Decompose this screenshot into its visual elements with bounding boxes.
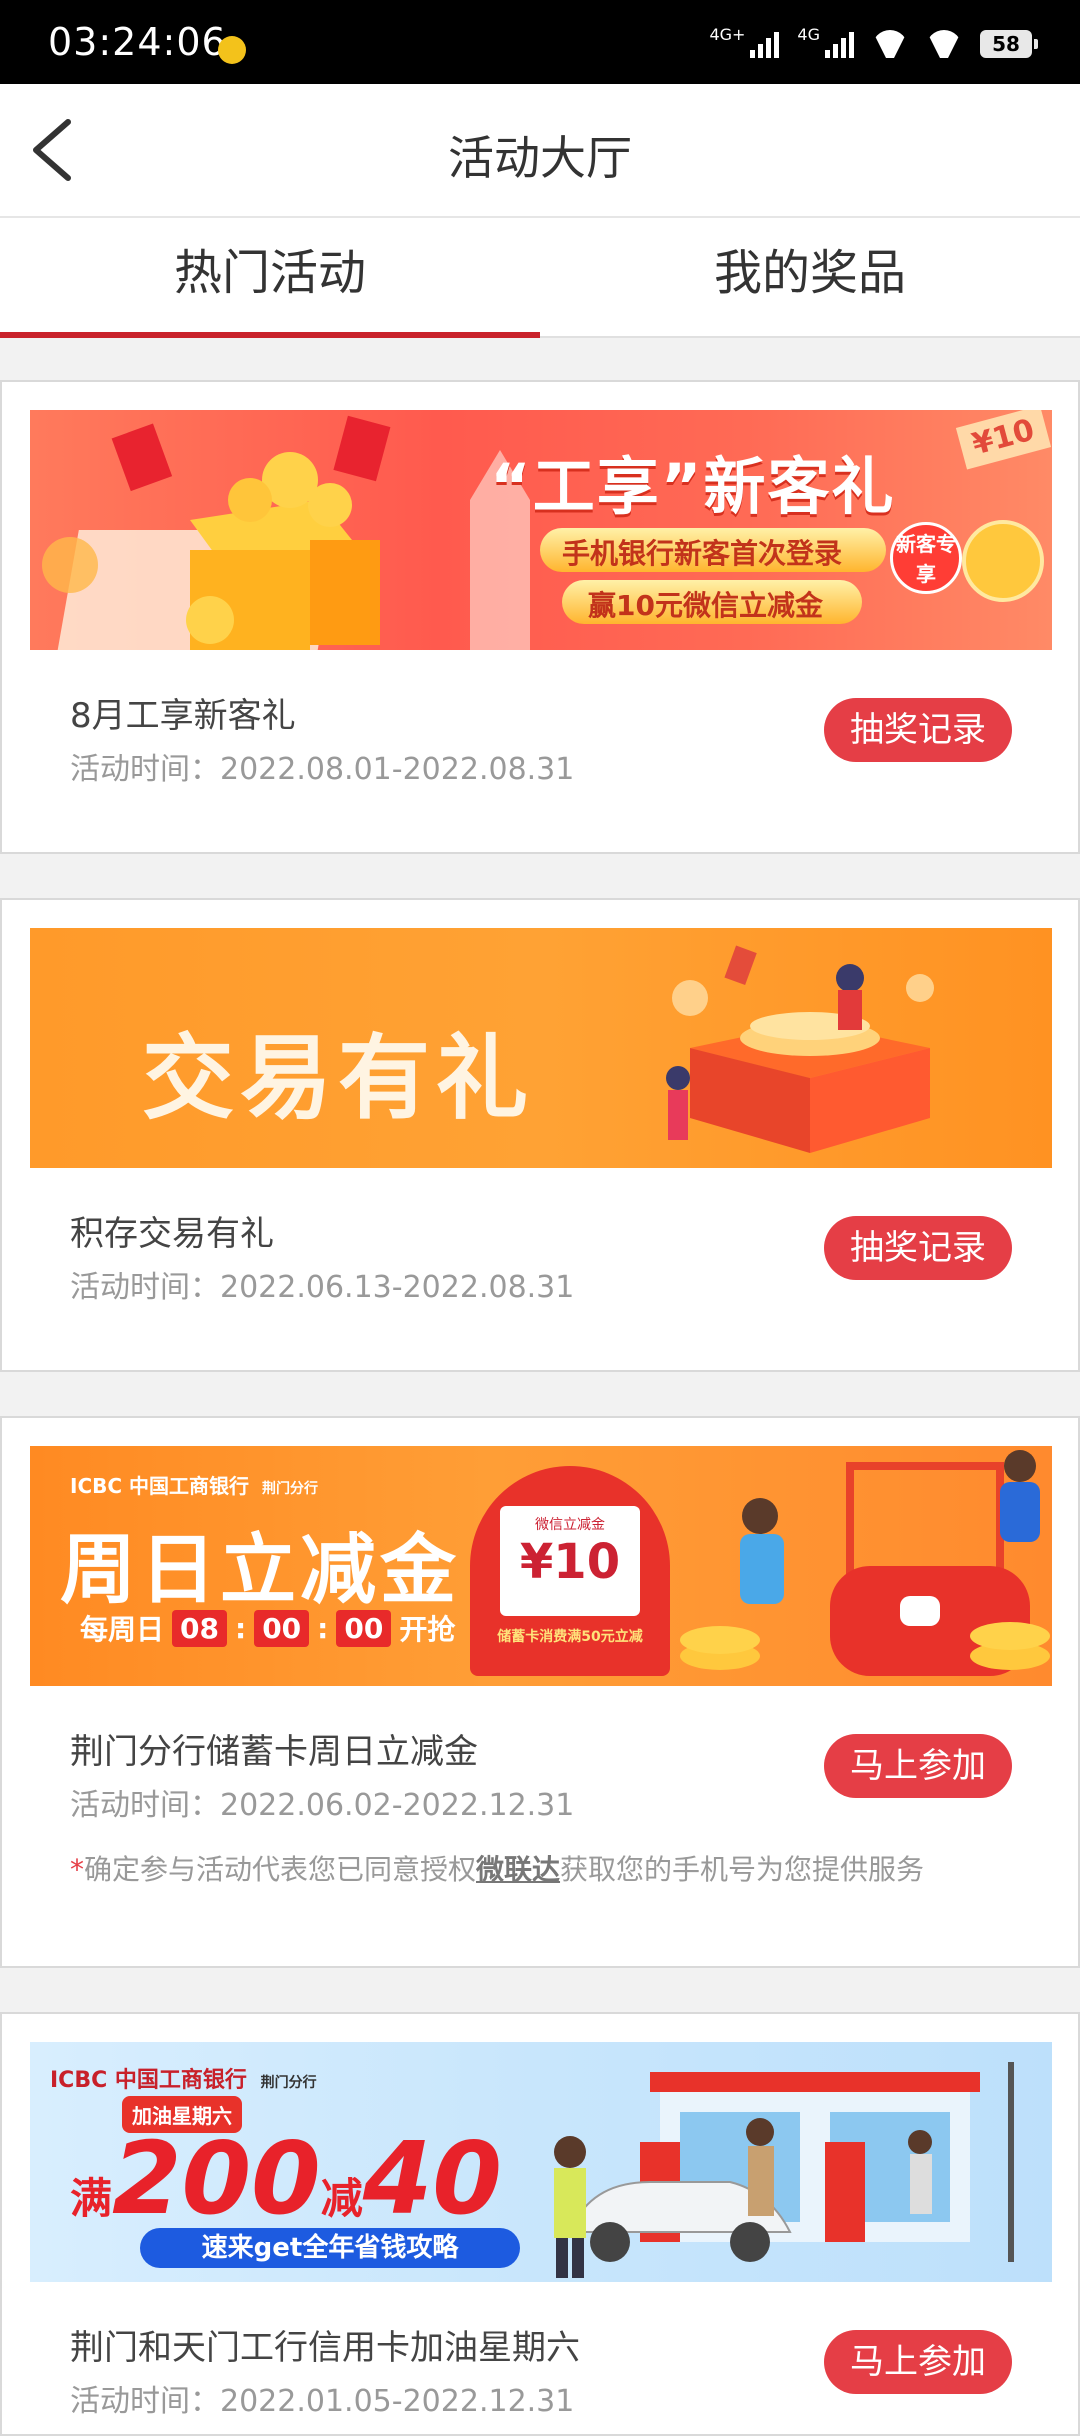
banner-promo: 满 200 减 40 [70,2120,502,2237]
activity-banner[interactable]: ICBC 中国工商银行 荆门分行 周日立减金 每周日 08 : 00 : 00 … [30,1446,1052,1686]
activity-banner[interactable]: 交易有礼 [30,928,1052,1168]
branch-name: 荆门分行 [261,1481,318,1497]
activity-card[interactable]: ICBC 中国工商银行 荆门分行 加油星期六 满 200 减 40 速来get全… [0,2012,1080,2436]
promo-prefix: 满 [70,2174,113,2223]
wifi-icon [872,30,908,58]
status-time: 03:24:06 [48,20,227,64]
activity-name: 荆门分行储蓄卡周日立减金 [70,1732,478,1772]
tab-bar: 热门活动 我的奖品 [0,218,1080,338]
countdown: 每周日 08 : 00 : 00 开抢 [80,1608,455,1648]
network-label: 4G [797,25,820,44]
tab-my-prizes[interactable]: 我的奖品 [540,218,1080,336]
promo-infix: 减 [320,2174,363,2223]
banner-title: 周日立减金 [60,1525,460,1614]
activity-banner[interactable]: “工享”新客礼 手机银行新客首次登录 赢10元微信立减金 新客专享 ¥10 [30,410,1052,650]
activity-time: 活动时间：2022.06.02-2022.12.31 [70,1788,575,1823]
promo-value-1: 200 [112,2120,321,2237]
battery-icon: 58 [980,30,1038,58]
banner-line-1: 手机银行新客首次登录 [562,537,843,570]
activity-name: 积存交易有礼 [70,1214,274,1254]
countdown-minutes: 00 [254,1609,310,1647]
wifi-icon [926,30,962,58]
countdown-suffix: 开抢 [399,1613,456,1646]
join-now-button[interactable]: 马上参加 [824,2330,1012,2394]
coupon: 微信立减金 ¥10 储蓄卡消费满50元立减 [470,1466,670,1676]
bank-name: ICBC 中国工商银行 [70,1474,250,1498]
status-bar: 03:24:06 4G+ 4G 58 [0,0,1080,84]
bank-logo: ICBC 中国工商银行 荆门分行 [50,2062,317,2094]
activity-time: 活动时间：2022.01.05-2022.12.31 [70,2384,575,2419]
weilianda-link[interactable]: 微联达 [476,1853,560,1886]
note-text: 确定参与活动代表您已同意授权 [84,1853,477,1886]
activity-time: 活动时间：2022.06.13-2022.08.31 [70,1270,575,1305]
coupon-value: ¥10 [519,1534,621,1590]
coin-stack-illustration [680,1626,760,1670]
gift-box-illustration [42,415,391,650]
gift-box-illustration [666,945,934,1153]
activity-card[interactable]: 交易有礼 积存交易有礼 活动时间：2022.06.13-2022.08.31 抽… [0,898,1080,1372]
banner-line-2: 赢10元微信立减金 [588,589,823,622]
network-label: 4G+ [709,25,746,44]
banner-subtitle: 速来get全年省钱攻略 [140,2228,520,2268]
new-customer-badge: 新客专享 [890,522,962,594]
app-header: 活动大厅 [0,84,1080,218]
branch-name: 荆门分行 [260,2075,317,2091]
join-now-button[interactable]: 马上参加 [824,1734,1012,1798]
banner-corner-note: ¥10 [955,410,1051,470]
status-icons: 4G+ 4G 58 [709,24,1038,64]
promo-value-2: 40 [362,2120,502,2237]
activity-name: 荆门和天门工行信用卡加油星期六 [70,2328,580,2368]
coupon-card: 微信立减金 ¥10 [500,1506,640,1616]
banner-title: 交易有礼 [142,1025,535,1132]
signal-icon: 4G [797,25,854,58]
bank-logo: ICBC 中国工商银行 荆门分行 [70,1470,318,1499]
authorization-note: *确定参与活动代表您已同意授权微联达获取您的手机号为您提供服务 [70,1848,924,1888]
draw-record-button[interactable]: 抽奖记录 [824,1216,1012,1280]
activity-card[interactable]: “工享”新客礼 手机银行新客首次登录 赢10元微信立减金 新客专享 ¥10 8月… [0,380,1080,854]
worker-illustration [554,2136,586,2278]
countdown-hours: 08 [172,1609,227,1647]
activity-time: 活动时间：2022.08.01-2022.08.31 [70,752,575,787]
bank-name: ICBC 中国工商银行 [50,2068,247,2093]
signal-icon: 4G+ [709,25,780,58]
required-mark: * [70,1853,84,1886]
coupon-foot: 储蓄卡消费满50元立减 [497,1629,643,1645]
activity-card[interactable]: ICBC 中国工商银行 荆门分行 周日立减金 每周日 08 : 00 : 00 … [0,1416,1080,1968]
notification-icon [218,36,246,64]
draw-record-button[interactable]: 抽奖记录 [824,698,1012,762]
activity-name: 8月工享新客礼 [70,696,296,736]
coin-icon [962,520,1044,602]
note-text: 获取您的手机号为您提供服务 [560,1853,925,1886]
tab-hot-activities[interactable]: 热门活动 [0,218,540,338]
banner-title: “工享”新客礼 [490,450,896,523]
coupon-head: 微信立减金 [535,1517,605,1533]
activity-banner[interactable]: ICBC 中国工商银行 荆门分行 加油星期六 满 200 减 40 速来get全… [30,2042,1052,2282]
countdown-seconds: 00 [336,1609,392,1647]
page-title: 活动大厅 [448,131,632,185]
countdown-label: 每周日 [80,1613,165,1646]
